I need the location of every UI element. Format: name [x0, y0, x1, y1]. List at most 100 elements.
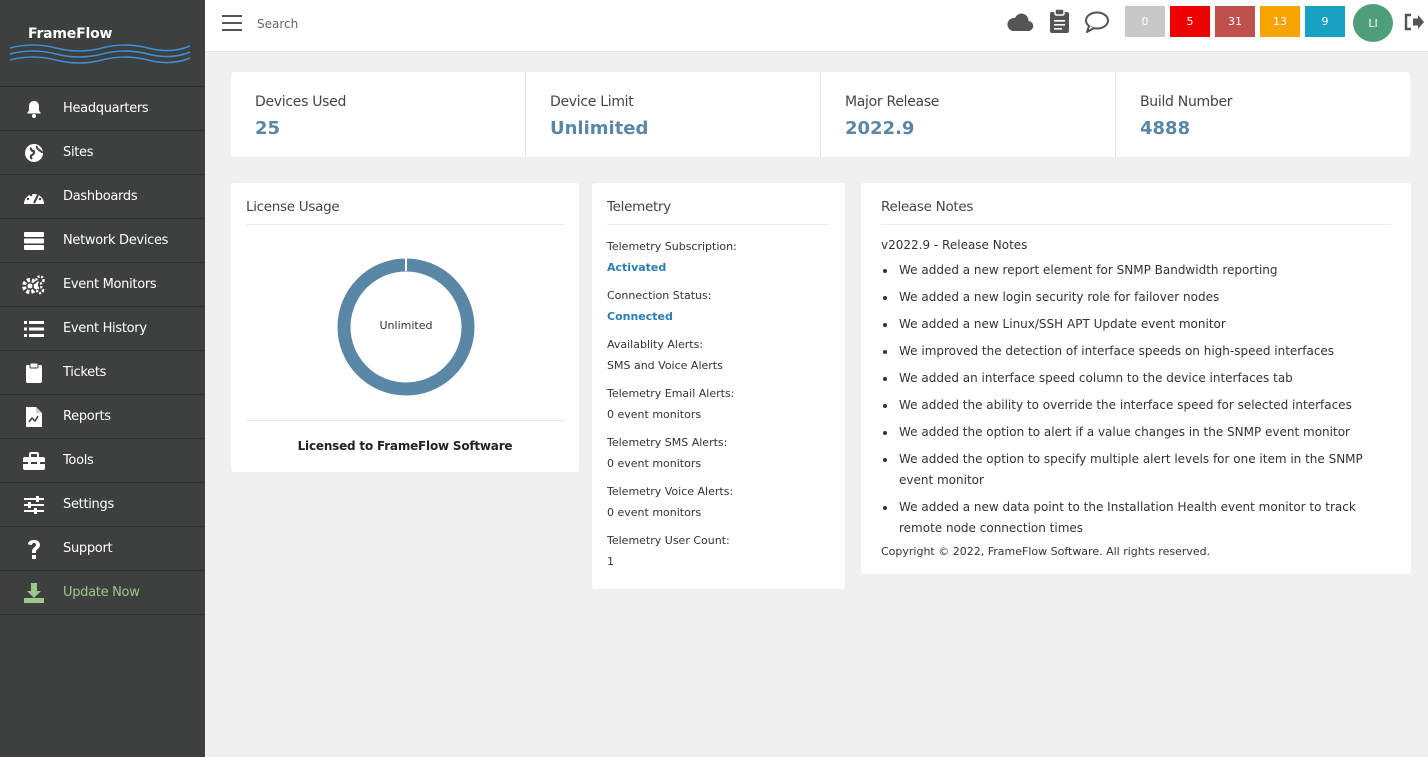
- logout-icon[interactable]: [1404, 13, 1424, 35]
- search-input[interactable]: [257, 13, 457, 35]
- download-icon: [22, 582, 46, 604]
- logo-waves-icon: [9, 44, 191, 64]
- sidebar-item-headquarters[interactable]: Headquarters: [0, 87, 205, 131]
- sidebar-item-label: Event History: [63, 321, 147, 336]
- license-usage-card: License Usage Unlimited Licensed to Fram…: [231, 183, 579, 472]
- sidebar-item-label: Event Monitors: [63, 277, 157, 292]
- gears-icon: [22, 274, 46, 296]
- sidebar-item-tickets[interactable]: Tickets: [0, 351, 205, 395]
- divider: [246, 420, 564, 421]
- chat-bubble-icon[interactable]: [1084, 11, 1110, 37]
- telemetry-label: Connection Status:: [607, 289, 712, 302]
- stat-device-limit: Device Limit Unlimited: [526, 72, 821, 157]
- logo[interactable]: FrameFlow: [0, 0, 205, 87]
- stat-label: Device Limit: [550, 94, 634, 110]
- telemetry-label: Telemetry SMS Alerts:: [607, 436, 728, 449]
- question-icon: [22, 538, 46, 560]
- sidebar-item-update-now[interactable]: Update Now: [0, 571, 205, 615]
- stat-value: 25: [255, 118, 281, 139]
- release-note-item: We added a new report element for SNMP B…: [897, 260, 1391, 281]
- telemetry-item: Telemetry Email Alerts: 0 event monitors: [607, 386, 830, 423]
- sidebar-item-label: Dashboards: [63, 189, 138, 204]
- release-notes-heading: v2022.9 - Release Notes: [881, 238, 1028, 252]
- sidebar-item-sites[interactable]: Sites: [0, 131, 205, 175]
- sidebar-item-label: Tickets: [63, 365, 107, 380]
- sliders-icon: [22, 494, 46, 516]
- telemetry-value: 0 event monitors: [607, 506, 702, 519]
- release-notes-list: We added a new report element for SNMP B…: [881, 260, 1391, 539]
- sidebar: FrameFlow Headquarters Sites Dashboards …: [0, 0, 205, 757]
- sidebar-item-label: Reports: [63, 409, 111, 424]
- stat-value: Unlimited: [550, 118, 649, 139]
- telemetry-card: Telemetry Telemetry Subscription: Activa…: [592, 183, 845, 589]
- sidebar-item-label: Settings: [63, 497, 114, 512]
- stat-value: 2022.9: [845, 118, 915, 139]
- stat-devices-used: Devices Used 25: [231, 72, 526, 157]
- sidebar-item-label: Network Devices: [63, 233, 169, 248]
- card-title: Telemetry: [607, 199, 830, 225]
- telemetry-label: Telemetry User Count:: [607, 534, 730, 547]
- telemetry-value: Activated: [607, 261, 667, 274]
- sidebar-item-tools[interactable]: Tools: [0, 439, 205, 483]
- telemetry-value: 0 event monitors: [607, 457, 702, 470]
- telemetry-item: Telemetry Subscription: Activated: [607, 239, 830, 276]
- stat-value: 4888: [1140, 118, 1191, 139]
- status-badge-ok[interactable]: 9: [1305, 6, 1345, 37]
- clipboard-icon: [22, 362, 46, 384]
- status-badge-unknown[interactable]: 0: [1125, 6, 1165, 37]
- release-note-item: We improved the detection of interface s…: [897, 341, 1391, 362]
- stat-label: Build Number: [1140, 94, 1233, 110]
- telemetry-value: 1: [607, 555, 614, 568]
- sidebar-item-label: Support: [63, 541, 113, 556]
- stat-major-release: Major Release 2022.9: [821, 72, 1116, 157]
- sidebar-item-settings[interactable]: Settings: [0, 483, 205, 527]
- release-note-item: We added a new login security role for f…: [897, 287, 1391, 308]
- telemetry-label: Availablity Alerts:: [607, 338, 704, 351]
- status-badge-warning[interactable]: 13: [1260, 6, 1300, 37]
- release-note-item: We added a new Linux/SSH APT Update even…: [897, 314, 1391, 335]
- telemetry-value: SMS and Voice Alerts: [607, 359, 723, 372]
- telemetry-item: Telemetry User Count: 1: [607, 533, 830, 570]
- telemetry-item: Telemetry Voice Alerts: 0 event monitors: [607, 484, 830, 521]
- telemetry-value: 0 event monitors: [607, 408, 702, 421]
- licensed-to-text: Licensed to FrameFlow Software: [297, 439, 513, 453]
- status-badge-error[interactable]: 31: [1215, 6, 1255, 37]
- sidebar-item-label: Tools: [63, 453, 94, 468]
- telemetry-item: Availablity Alerts: SMS and Voice Alerts: [607, 337, 830, 374]
- telemetry-item: Connection Status: Connected: [607, 288, 830, 325]
- card-title: License Usage: [246, 199, 564, 225]
- release-note-item: We added an interface speed column to th…: [897, 368, 1391, 389]
- sidebar-item-support[interactable]: Support: [0, 527, 205, 571]
- telemetry-list: Telemetry Subscription: Activated Connec…: [607, 239, 830, 570]
- menu-toggle-icon[interactable]: [222, 15, 242, 33]
- sidebar-item-label: Sites: [63, 145, 94, 160]
- telemetry-label: Telemetry Email Alerts:: [607, 387, 735, 400]
- release-note-item: We added a new data point to the Install…: [897, 497, 1391, 539]
- donut-label: Unlimited: [379, 319, 433, 332]
- release-note-item: We added the ability to override the int…: [897, 395, 1391, 416]
- avatar[interactable]: LI: [1353, 4, 1393, 42]
- sidebar-item-event-monitors[interactable]: Event Monitors: [0, 263, 205, 307]
- sidebar-item-event-history[interactable]: Event History: [0, 307, 205, 351]
- cloud-icon[interactable]: [1006, 12, 1034, 36]
- report-file-icon: [22, 406, 46, 428]
- telemetry-value: Connected: [607, 310, 673, 323]
- telemetry-label: Telemetry Subscription:: [607, 240, 737, 253]
- status-badge-critical[interactable]: 5: [1170, 6, 1210, 37]
- toolbox-icon: [22, 450, 46, 472]
- stats-panel: Devices Used 25 Device Limit Unlimited M…: [231, 72, 1410, 157]
- list-icon: [22, 318, 46, 340]
- sidebar-item-reports[interactable]: Reports: [0, 395, 205, 439]
- bell-icon: [22, 98, 46, 120]
- stat-label: Major Release: [845, 94, 940, 110]
- stat-label: Devices Used: [255, 94, 347, 110]
- telemetry-item: Telemetry SMS Alerts: 0 event monitors: [607, 435, 830, 472]
- clipboard-icon[interactable]: [1050, 8, 1069, 37]
- sidebar-item-network-devices[interactable]: Network Devices: [0, 219, 205, 263]
- server-icon: [22, 230, 46, 252]
- sidebar-item-dashboards[interactable]: Dashboards: [0, 175, 205, 219]
- card-title: Release Notes: [881, 199, 1391, 225]
- sidebar-item-label: Update Now: [63, 585, 140, 600]
- release-notes-card: Release Notes v2022.9 - Release Notes We…: [861, 183, 1411, 574]
- copyright-text: Copyright © 2022, FrameFlow Software. Al…: [881, 545, 1211, 558]
